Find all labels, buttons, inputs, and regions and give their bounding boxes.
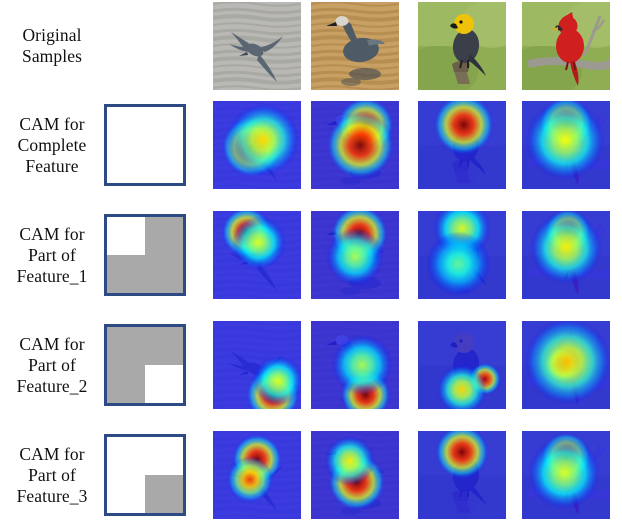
row-label-line: Feature_1 [16, 266, 88, 286]
row-label-line: Feature [25, 156, 79, 176]
figure-row-original-samples: Original Samples [0, 2, 622, 90]
cam-image-cam-part-of-feature-2-cardinal [522, 321, 610, 409]
row-label-line: Original [22, 25, 82, 45]
mask-block [107, 255, 183, 293]
cam-figure: Original Samples CAM for Complete Feature CAM… [0, 0, 622, 526]
figure-row-cam-part-of-feature-2: CAM for Part of Feature_2 [0, 321, 622, 409]
figure-row-cam-complete-feature: CAM for Complete Feature [0, 101, 622, 189]
row-label-line: Feature_3 [16, 486, 88, 506]
cam-image-cam-part-of-feature-3-albatross-flying [213, 431, 301, 519]
row-label-line: CAM for [19, 334, 85, 354]
row-label-line: Complete [17, 135, 87, 155]
mask-block [107, 365, 145, 403]
row-label-cam-part-of-feature-2: CAM for Part of Feature_2 [0, 334, 104, 397]
cam-image-cam-part-of-feature-2-albatross-flying [213, 321, 301, 409]
original-image-original-samples-cardinal [522, 2, 610, 90]
row-label-cam-complete-feature: CAM for Complete Feature [0, 114, 104, 177]
mask-block [107, 327, 183, 365]
row-label-line: CAM for [19, 114, 85, 134]
cam-image-cam-part-of-feature-1-albatross-flying [213, 211, 301, 299]
row-label-original-samples: Original Samples [0, 25, 104, 67]
cam-image-cam-part-of-feature-3-yellow-headed-blackbird [418, 431, 506, 519]
feature-mask-diagram-cam-part-of-feature-1 [104, 214, 186, 296]
feature-mask-diagram-cam-part-of-feature-2 [104, 324, 186, 406]
cam-image-cam-complete-feature-yellow-headed-blackbird [418, 101, 506, 189]
cam-image-cam-part-of-feature-3-cardinal [522, 431, 610, 519]
cam-image-cam-complete-feature-albatross-swimming [311, 101, 399, 189]
mask-block [145, 475, 183, 513]
figure-row-cam-part-of-feature-1: CAM for Part of Feature_1 [0, 211, 622, 299]
cam-image-cam-part-of-feature-1-albatross-swimming [311, 211, 399, 299]
original-image-original-samples-albatross-swimming [311, 2, 399, 90]
row-label-cam-part-of-feature-1: CAM for Part of Feature_1 [0, 224, 104, 287]
figure-row-cam-part-of-feature-3: CAM for Part of Feature_3 [0, 431, 622, 519]
row-label-line: Samples [21, 46, 82, 66]
cam-image-cam-part-of-feature-3-albatross-swimming [311, 431, 399, 519]
feature-mask-diagram-cam-complete-feature [104, 104, 186, 186]
cam-image-cam-complete-feature-cardinal [522, 101, 610, 189]
cam-image-cam-part-of-feature-1-yellow-headed-blackbird [418, 211, 506, 299]
row-label-line: CAM for [19, 444, 85, 464]
cam-image-cam-complete-feature-albatross-flying [213, 101, 301, 189]
original-image-original-samples-yellow-headed-blackbird [418, 2, 506, 90]
row-label-line: Part of [28, 355, 76, 375]
mask-block [145, 217, 183, 255]
cam-image-cam-part-of-feature-2-albatross-swimming [311, 321, 399, 409]
cam-image-cam-part-of-feature-1-cardinal [522, 211, 610, 299]
row-label-line: Part of [28, 465, 76, 485]
cam-image-cam-part-of-feature-2-yellow-headed-blackbird [418, 321, 506, 409]
row-label-line: CAM for [19, 224, 85, 244]
row-label-cam-part-of-feature-3: CAM for Part of Feature_3 [0, 444, 104, 507]
feature-mask-diagram-cam-part-of-feature-3 [104, 434, 186, 516]
row-label-line: Feature_2 [16, 376, 88, 396]
original-image-original-samples-albatross-flying [213, 2, 301, 90]
row-label-line: Part of [28, 245, 76, 265]
